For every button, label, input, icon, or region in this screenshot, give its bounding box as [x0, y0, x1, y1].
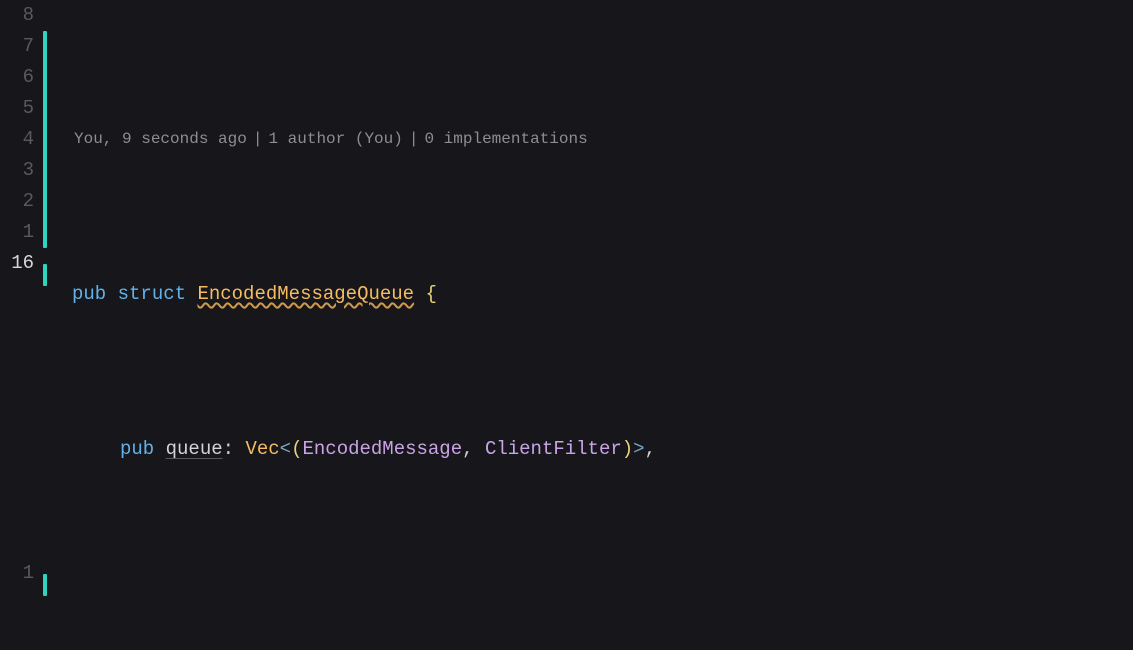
- change-bar: [43, 31, 47, 248]
- line-number: [0, 465, 42, 496]
- field-queue: queue: [166, 434, 223, 465]
- line-number: [0, 279, 42, 310]
- code-editor[interactable]: 8 7 6 5 4 3 2 1 16 1 You, 9 seconds ago …: [0, 0, 1133, 650]
- code-line[interactable]: pub struct EncodedMessageQueue {: [72, 279, 1133, 310]
- code-line[interactable]: pub queue : Vec < ( EncodedMessage , Cli…: [72, 434, 1133, 465]
- paren-close: ): [622, 434, 633, 465]
- line-number: [0, 403, 42, 434]
- comma: ,: [645, 434, 656, 465]
- line-number-current: 16: [0, 248, 42, 279]
- codelens-separator: |: [403, 124, 425, 155]
- line-number: 3: [0, 155, 42, 186]
- line-number: [0, 372, 42, 403]
- line-number: 1: [0, 217, 42, 248]
- struct-name: EncodedMessageQueue: [197, 279, 414, 310]
- line-number: 5: [0, 93, 42, 124]
- type-vec: Vec: [245, 434, 279, 465]
- type-clientfilter: ClientFilter: [485, 434, 622, 465]
- keyword-struct: struct: [118, 279, 186, 310]
- colon: :: [223, 434, 234, 465]
- codelens-implementations[interactable]: 0 implementations: [424, 124, 587, 155]
- change-bar: [43, 264, 47, 286]
- brace-open: {: [426, 279, 437, 310]
- codelens-authors[interactable]: 1 author (You): [268, 124, 402, 155]
- line-number: [0, 527, 42, 558]
- line-number: 6: [0, 62, 42, 93]
- line-number: 1: [0, 558, 42, 589]
- line-number-gutter: 8 7 6 5 4 3 2 1 16 1: [0, 0, 42, 650]
- codelens-separator: |: [247, 124, 269, 155]
- type-encodedmessage: EncodedMessage: [302, 434, 462, 465]
- change-bar: [43, 574, 47, 596]
- codelens-row[interactable]: You, 9 seconds ago | 1 author (You) | 0 …: [72, 124, 1133, 155]
- keyword-pub: pub: [120, 434, 154, 465]
- angle-close: >: [633, 434, 644, 465]
- line-number: [0, 496, 42, 527]
- paren-open: (: [291, 434, 302, 465]
- line-number: [0, 589, 42, 620]
- comma: ,: [462, 434, 473, 465]
- line-number: 8: [0, 0, 42, 31]
- line-number: 4: [0, 124, 42, 155]
- codelens-author-time[interactable]: You, 9 seconds ago: [74, 124, 247, 155]
- angle-open: <: [280, 434, 291, 465]
- line-number: [0, 341, 42, 372]
- line-number: [0, 310, 42, 341]
- code-content[interactable]: You, 9 seconds ago | 1 author (You) | 0 …: [48, 0, 1133, 650]
- keyword-pub: pub: [72, 279, 106, 310]
- line-number: 2: [0, 186, 42, 217]
- code-line-empty[interactable]: [72, 558, 1133, 589]
- line-number: [0, 434, 42, 465]
- line-number: 7: [0, 31, 42, 62]
